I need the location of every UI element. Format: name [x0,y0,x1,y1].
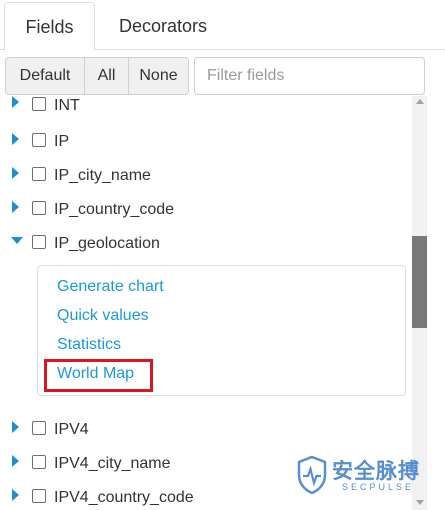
expand-caret-icon[interactable] [12,201,19,213]
field-name[interactable]: INT [54,96,80,117]
scroll-up-arrow-icon[interactable] [416,99,424,104]
expand-caret-icon[interactable] [12,455,19,467]
field-name[interactable]: IP [54,131,69,153]
field-checkbox[interactable] [32,455,46,469]
world-map-link[interactable]: World Map [57,363,134,385]
field-checkbox[interactable] [32,133,46,147]
scroll-down-arrow-icon[interactable] [416,500,424,505]
tab-fields[interactable]: Fields [4,2,95,51]
all-button[interactable]: All [85,57,129,95]
field-row: INT [0,96,412,125]
expand-caret-icon[interactable] [12,489,19,501]
tab-bar: Fields Decorators [0,0,445,51]
field-preset-button-group: Default All None [5,57,189,95]
field-row: IPV4 [0,419,412,449]
field-checkbox[interactable] [32,235,46,249]
expand-caret-icon[interactable] [12,133,19,145]
field-checkbox[interactable] [32,489,46,503]
field-checkbox[interactable] [32,201,46,215]
expand-caret-icon[interactable] [12,421,19,433]
collapse-caret-icon[interactable] [11,237,23,244]
field-name[interactable]: IPV4 [54,419,89,441]
field-name[interactable]: IP_geolocation [54,233,160,255]
scrollbar-thumb[interactable] [412,236,427,328]
expand-caret-icon[interactable] [12,96,19,108]
default-button[interactable]: Default [5,57,85,95]
field-row-expanded: IP_geolocation [0,233,412,263]
field-checkbox[interactable] [32,167,46,181]
field-name[interactable]: IPV4_country_code [54,487,194,509]
shield-logo-icon [297,455,327,495]
tab-decorators[interactable]: Decorators [104,2,222,50]
field-row: IP [0,131,412,161]
field-name[interactable]: IPV4_city_name [54,453,171,475]
field-checkbox[interactable] [32,421,46,435]
field-name[interactable]: IP_country_code [54,199,174,221]
field-row: IP_country_code [0,199,412,229]
quick-values-link[interactable]: Quick values [57,305,149,327]
none-button[interactable]: None [129,57,189,95]
filter-fields-input[interactable] [194,57,425,95]
generate-chart-link[interactable]: Generate chart [57,276,164,298]
watermark: 安全脉搏 SECPULSE [296,455,436,497]
watermark-title: 安全脉搏 [332,459,420,483]
field-name[interactable]: IP_city_name [54,165,151,187]
field-actions-panel: Generate chart Quick values Statistics W… [37,265,406,396]
field-row: IP_city_name [0,165,412,195]
field-checkbox[interactable] [32,97,46,111]
watermark-subtitle: SECPULSE [342,482,415,492]
expand-caret-icon[interactable] [12,167,19,179]
statistics-link[interactable]: Statistics [57,334,121,356]
